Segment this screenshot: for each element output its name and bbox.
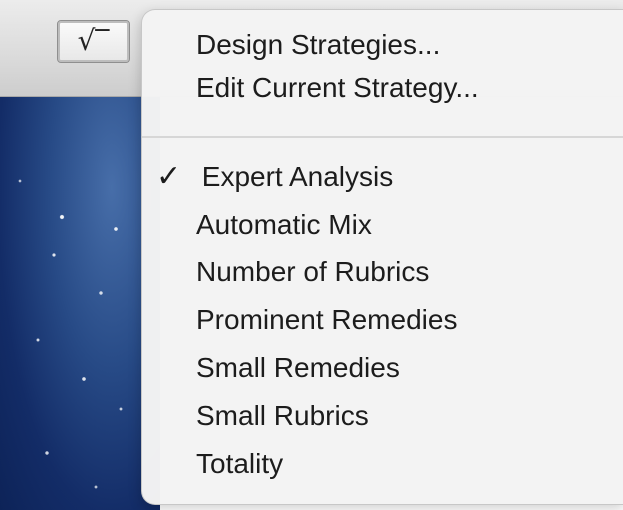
menu-item-design-strategies[interactable]: Design Strategies... <box>196 28 440 62</box>
strategy-menu-button[interactable]: √‾ <box>57 20 130 63</box>
menu-item-label: Number of Rubrics <box>196 256 430 287</box>
menu-item-label: Design Strategies... <box>196 29 441 60</box>
menu-item-automatic-mix[interactable]: Automatic Mix <box>196 208 372 242</box>
menu-item-label: Expert Analysis <box>201 161 394 192</box>
menu-item-small-rubrics[interactable]: Small Rubrics <box>196 399 369 433</box>
menu-item-totality[interactable]: Totality <box>196 447 283 481</box>
desktop-background <box>0 97 160 510</box>
menu-item-prominent-remedies[interactable]: Prominent Remedies <box>196 303 457 337</box>
menu-item-expert-analysis[interactable]: ✓ Expert Analysis <box>156 160 393 194</box>
menu-item-edit-current-strategy[interactable]: Edit Current Strategy... <box>196 71 479 105</box>
square-root-icon: √‾ <box>77 23 110 57</box>
menu-item-label: Small Rubrics <box>196 400 369 431</box>
menu-item-small-remedies[interactable]: Small Remedies <box>196 351 400 385</box>
menu-separator <box>142 136 623 138</box>
menu-item-number-of-rubrics[interactable]: Number of Rubrics <box>196 255 429 289</box>
menu-item-label: Small Remedies <box>196 352 400 383</box>
strategy-dropdown-menu: Design Strategies... Edit Current Strate… <box>141 9 623 505</box>
menu-item-label: Edit Current Strategy... <box>196 72 479 103</box>
menu-item-label: Automatic Mix <box>196 209 372 240</box>
menu-item-label: Totality <box>196 448 284 479</box>
menu-item-label: Prominent Remedies <box>196 304 458 335</box>
checkmark-icon: ✓ <box>156 159 182 194</box>
